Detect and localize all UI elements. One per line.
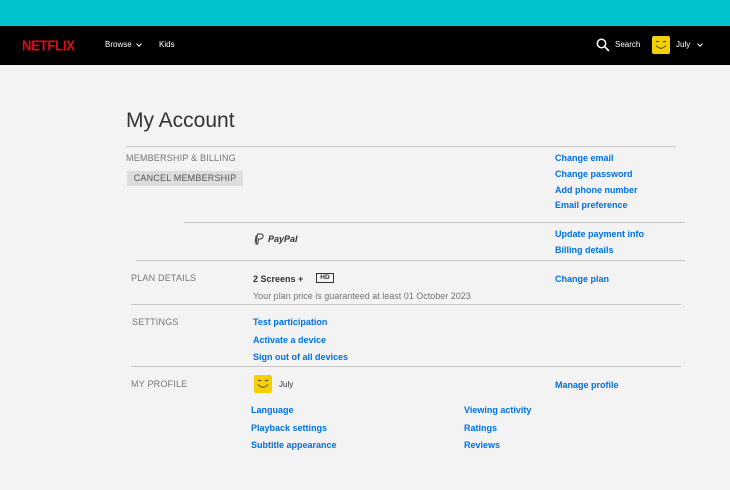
update-payment-link[interactable]: Update payment info	[555, 229, 644, 239]
change-plan-link[interactable]: Change plan	[555, 274, 609, 284]
nav-bar: NETFLIX Browse Kids Search July	[0, 26, 730, 65]
chevron-down-icon	[135, 40, 142, 47]
avatar[interactable]	[652, 36, 670, 54]
viewing-activity-link[interactable]: Viewing activity	[464, 405, 531, 415]
chevron-down-icon	[697, 40, 704, 47]
subtitle-appearance-link[interactable]: Subtitle appearance	[251, 440, 337, 450]
sign-out-all-link[interactable]: Sign out of all devices	[253, 352, 348, 362]
divider	[184, 222, 685, 223]
plan-details-label: PLAN DETAILS	[131, 273, 197, 283]
manage-profile-link[interactable]: Manage profile	[555, 380, 619, 390]
membership-billing-label: MEMBERSHIP & BILLING	[126, 153, 236, 163]
browse-label: Browse	[105, 40, 132, 49]
divider	[126, 146, 676, 147]
billing-details-link[interactable]: Billing details	[555, 245, 614, 255]
search-label[interactable]: Search	[615, 40, 640, 49]
reviews-link[interactable]: Reviews	[464, 440, 500, 450]
profile-menu[interactable]: July	[676, 40, 704, 49]
paypal-label: PayPal	[268, 234, 298, 244]
change-password-link[interactable]: Change password	[555, 169, 633, 179]
divider	[131, 366, 681, 367]
netflix-logo[interactable]: NETFLIX	[22, 37, 75, 54]
hd-badge: HD	[316, 273, 334, 283]
my-profile-label: MY PROFILE	[131, 379, 188, 389]
divider	[131, 304, 681, 305]
playback-settings-link[interactable]: Playback settings	[251, 423, 327, 433]
divider	[136, 260, 685, 261]
browse-menu[interactable]: Browse	[105, 40, 142, 49]
add-phone-link[interactable]: Add phone number	[555, 185, 638, 195]
change-email-link[interactable]: Change email	[555, 153, 614, 163]
payment-method: PayPal	[253, 233, 298, 245]
email-preference-link[interactable]: Email preference	[555, 200, 628, 210]
page-title: My Account	[126, 109, 235, 132]
ratings-link[interactable]: Ratings	[464, 423, 497, 433]
profile-name: July	[279, 380, 294, 389]
smiley-avatar-icon	[257, 379, 269, 388]
activate-device-link[interactable]: Activate a device	[253, 335, 326, 345]
test-participation-link[interactable]: Test participation	[253, 317, 327, 327]
avatar	[254, 375, 272, 393]
cancel-membership-button[interactable]: CANCEL MEMBERSHIP	[127, 171, 243, 186]
kids-link[interactable]: Kids	[159, 40, 175, 49]
search-icon[interactable]	[596, 38, 610, 52]
settings-label: SETTINGS	[132, 317, 179, 327]
profile-name: July	[676, 40, 691, 49]
plan-screens: 2 Screens +	[253, 274, 304, 284]
plan-guarantee-text: Your plan price is guaranteed at least 0…	[253, 291, 471, 301]
smiley-avatar-icon	[655, 40, 667, 49]
paypal-icon	[254, 233, 264, 245]
language-link[interactable]: Language	[251, 405, 294, 415]
top-accent-bar	[0, 0, 730, 26]
